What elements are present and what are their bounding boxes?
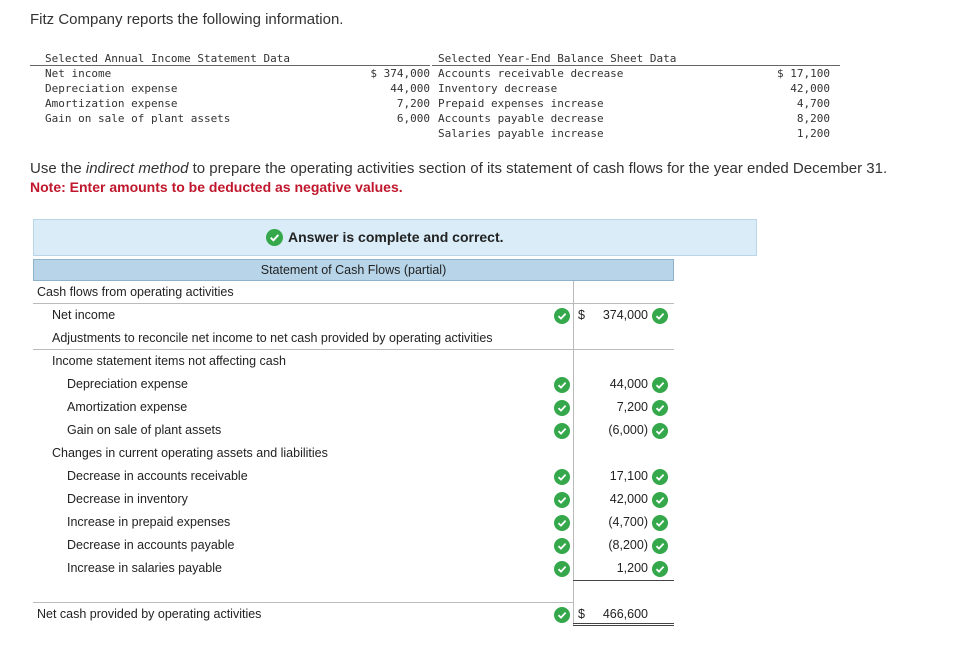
- income-label: Amortization expense: [45, 97, 178, 110]
- income-value: $ 374,000: [370, 67, 430, 80]
- check-icon: [554, 400, 570, 416]
- row-label: Decrease in inventory: [67, 492, 188, 506]
- check-icon: [554, 561, 570, 577]
- note-text: Note: Enter amounts to be deducted as ne…: [30, 179, 403, 195]
- row-value[interactable]: 1,200: [573, 557, 648, 580]
- income-value: 6,000: [396, 112, 430, 125]
- check-icon: [652, 515, 668, 531]
- cash-flow-table: Statement of Cash Flows (partial) Cash f…: [33, 259, 674, 626]
- total-label: Net cash provided by operating activitie…: [37, 607, 262, 621]
- row-label: Increase in prepaid expenses: [67, 515, 231, 529]
- balance-label: Accounts payable decrease: [438, 112, 604, 125]
- net-income-value[interactable]: 374,000: [573, 304, 648, 327]
- income-value: 7,200: [396, 97, 430, 110]
- check-icon: [554, 308, 570, 324]
- balance-label: Prepaid expenses increase: [438, 97, 604, 110]
- row-value[interactable]: (4,700): [573, 511, 648, 534]
- noncash-label: Income statement items not affecting cas…: [52, 354, 286, 368]
- balance-header: Selected Year-End Balance Sheet Data: [438, 52, 677, 65]
- check-icon: [554, 515, 570, 531]
- adjustments-label: Adjustments to reconcile net income to n…: [52, 331, 493, 345]
- income-label: Net income: [45, 67, 112, 80]
- check-icon: [554, 469, 570, 485]
- table-title: Statement of Cash Flows (partial): [33, 259, 674, 281]
- income-header: Selected Annual Income Statement Data: [45, 52, 291, 65]
- instruction-post: to prepare the operating activities sect…: [188, 160, 888, 177]
- net-income-label: Net income: [52, 308, 116, 322]
- check-icon: [266, 229, 283, 246]
- row-label: Increase in salaries payable: [67, 561, 222, 575]
- income-value: 44,000: [390, 82, 430, 95]
- instruction-emphasis: indirect method: [85, 160, 189, 177]
- check-icon: [554, 423, 570, 439]
- banner-message: Answer is complete and correct.: [288, 229, 504, 245]
- row-value[interactable]: (6,000): [573, 419, 648, 442]
- section-label: Cash flows from operating activities: [37, 285, 234, 299]
- total-double-rule: [573, 623, 674, 626]
- row-value[interactable]: 7,200: [573, 396, 648, 419]
- check-icon: [652, 492, 668, 508]
- check-icon: [554, 538, 570, 554]
- answer-banner: Answer is complete and correct.: [33, 219, 757, 256]
- instruction-pre: Use the: [30, 160, 86, 177]
- check-icon: [652, 538, 668, 554]
- check-icon: [554, 492, 570, 508]
- check-icon: [554, 607, 570, 623]
- income-label: Gain on sale of plant assets: [45, 112, 231, 125]
- balance-value: 42,000: [790, 82, 830, 95]
- income-label: Depreciation expense: [45, 82, 178, 95]
- row-label: Gain on sale of plant assets: [67, 423, 222, 437]
- row-value[interactable]: (8,200): [573, 534, 648, 557]
- check-icon: [652, 469, 668, 485]
- row-label: Decrease in accounts payable: [67, 538, 235, 552]
- row-value[interactable]: 44,000: [573, 373, 648, 396]
- balance-value: $ 17,100: [777, 67, 830, 80]
- row-value[interactable]: 17,100: [573, 465, 648, 488]
- changes-label: Changes in current operating assets and …: [52, 446, 328, 460]
- balance-value: 8,200: [796, 112, 830, 125]
- balance-value: 1,200: [796, 127, 830, 140]
- balance-label: Salaries payable increase: [438, 127, 604, 140]
- check-icon: [652, 308, 668, 324]
- check-icon: [652, 423, 668, 439]
- balance-label: Inventory decrease: [438, 82, 558, 95]
- subtotal-rule: [573, 580, 674, 581]
- row-label: Decrease in accounts receivable: [67, 469, 248, 483]
- instruction-text: Use the indirect method to prepare the o…: [30, 160, 887, 177]
- row-label: Depreciation expense: [67, 377, 188, 391]
- row-value[interactable]: 42,000: [573, 488, 648, 511]
- check-icon: [652, 561, 668, 577]
- given-data-block: Selected Annual Income Statement Data Se…: [30, 50, 840, 142]
- check-icon: [652, 377, 668, 393]
- check-icon: [554, 377, 570, 393]
- balance-label: Accounts receivable decrease: [438, 67, 624, 80]
- intro-text: Fitz Company reports the following infor…: [30, 11, 344, 28]
- row-label: Amortization expense: [67, 400, 188, 414]
- check-icon: [652, 400, 668, 416]
- balance-value: 4,700: [796, 97, 830, 110]
